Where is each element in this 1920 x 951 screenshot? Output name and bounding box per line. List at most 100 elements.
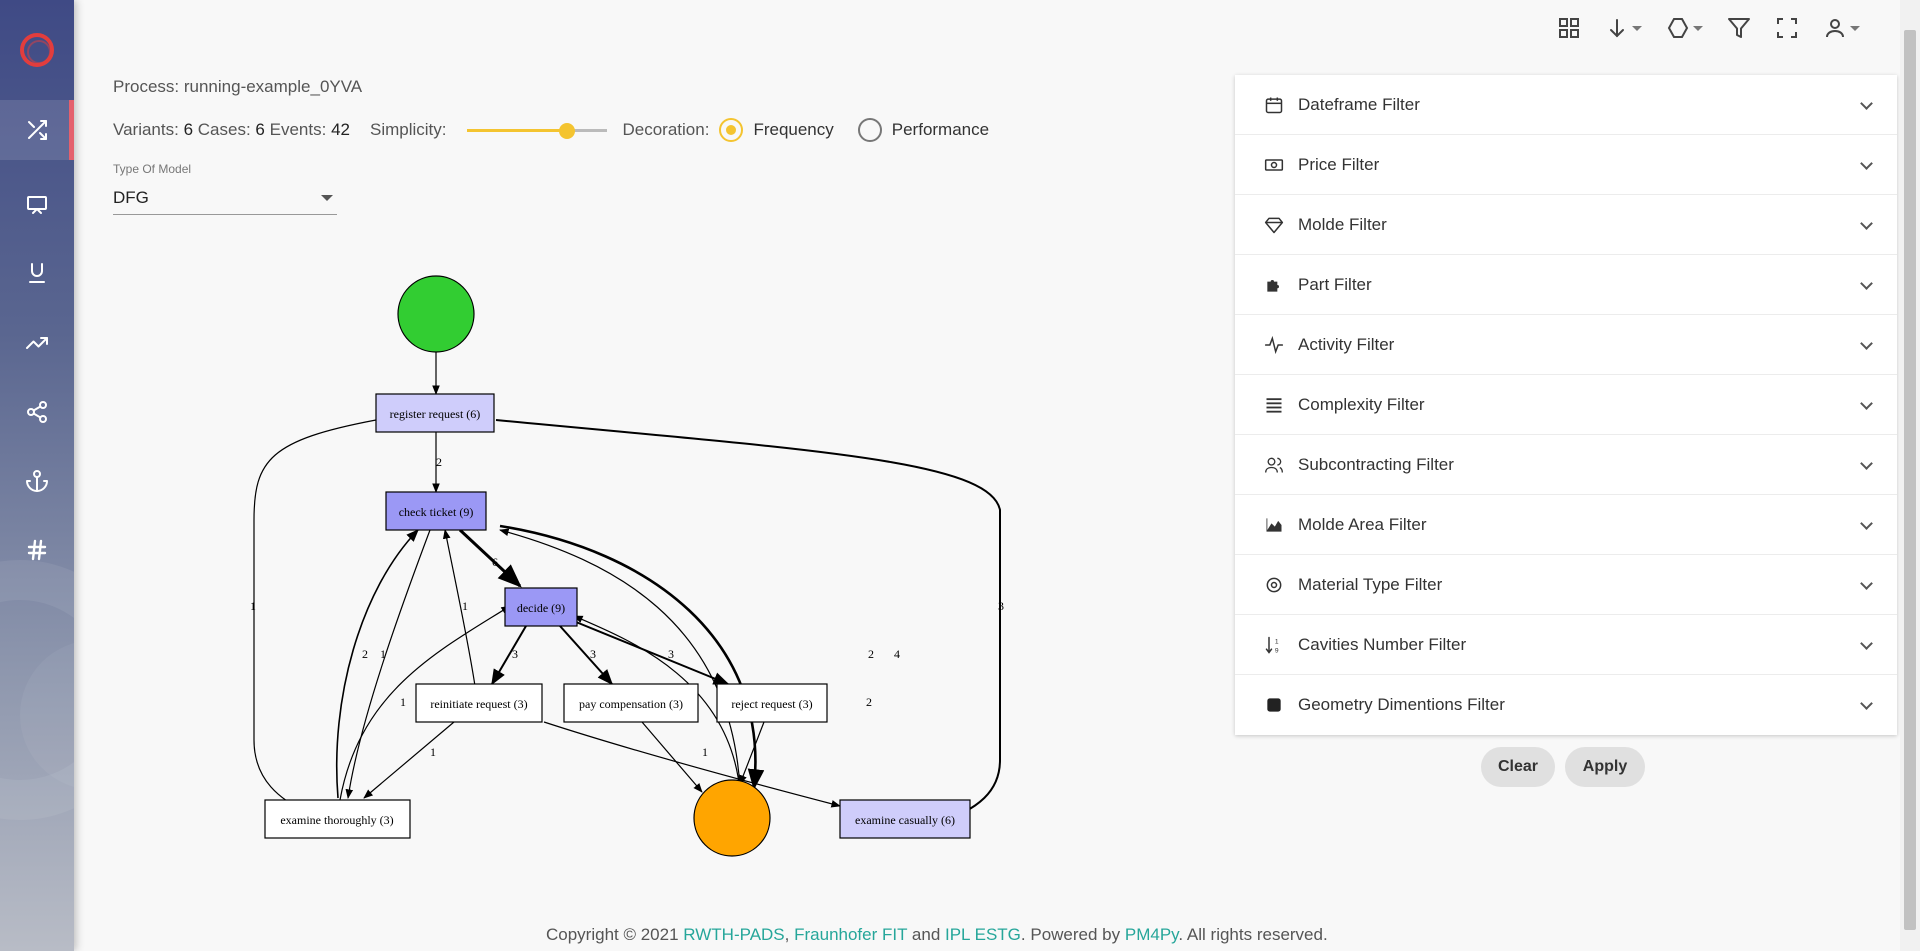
- chevron-down-icon: [1860, 457, 1873, 470]
- people-icon: [1264, 455, 1284, 475]
- footer-link-ipl[interactable]: IPL ESTG: [945, 925, 1021, 944]
- edge-check-decide: [458, 528, 522, 588]
- node-check[interactable]: check ticket (9): [385, 491, 487, 531]
- footer-link-rwth[interactable]: RWTH-PADS: [683, 925, 784, 944]
- node-thoroughly[interactable]: examine thoroughly (3): [264, 799, 411, 839]
- filter-label: Complexity Filter: [1298, 394, 1425, 414]
- user-menu-button[interactable]: [1823, 16, 1860, 40]
- process-graph[interactable]: 2 1 3 6 3 3 3 2 1 1 1 1 1 2 2 4 register…: [210, 260, 1060, 870]
- filter-molde-area[interactable]: Molde Area Filter: [1235, 495, 1897, 555]
- radio-performance-label: Performance: [891, 120, 990, 139]
- clear-button[interactable]: Clear: [1481, 747, 1555, 787]
- filter-geometry-dimentions[interactable]: Geometry Dimentions Filter: [1235, 675, 1897, 735]
- download-button[interactable]: [1605, 16, 1642, 40]
- sidebar-item-share[interactable]: [0, 382, 74, 442]
- filter-dateframe[interactable]: Dateframe Filter: [1235, 75, 1897, 135]
- user-icon: [1826, 19, 1844, 38]
- page-scrollbar[interactable]: [1900, 0, 1920, 951]
- node-paycomp[interactable]: pay compensation (3): [563, 683, 699, 723]
- filter-molde[interactable]: Molde Filter: [1235, 195, 1897, 255]
- footer-link-fraunhofer[interactable]: Fraunhofer FIT: [794, 925, 907, 944]
- cases-label: Cases:: [197, 120, 251, 139]
- filter-activity[interactable]: Activity Filter: [1235, 315, 1897, 375]
- edge-label: 1: [702, 745, 708, 759]
- edge-decide-pay: [559, 625, 614, 686]
- variants-value: 6: [183, 120, 194, 139]
- sidebar-item-hash[interactable]: [0, 520, 74, 580]
- node-reject[interactable]: reject request (3): [716, 683, 828, 723]
- model-type-label: Type Of Model: [113, 162, 192, 176]
- filter-part[interactable]: Part Filter: [1235, 255, 1897, 315]
- sidebar-item-underline[interactable]: [0, 243, 74, 303]
- money-icon: [1264, 155, 1284, 175]
- node-label: check ticket (9): [399, 505, 474, 519]
- node-casually[interactable]: examine casually (6): [839, 799, 971, 839]
- edge-label: 2: [866, 695, 872, 709]
- simplicity-slider[interactable]: [466, 120, 607, 140]
- filter-material-type[interactable]: Material Type Filter: [1235, 555, 1897, 615]
- shape-button[interactable]: [1666, 16, 1703, 40]
- node-register[interactable]: register request (6): [375, 393, 495, 433]
- filter-button[interactable]: [1727, 16, 1751, 40]
- edge-pay-end: [641, 721, 703, 793]
- edge-label: 1: [430, 745, 436, 759]
- filter-label: Molde Filter: [1298, 214, 1387, 234]
- radio-frequency[interactable]: Frequency: [719, 118, 834, 142]
- svg-text:9: 9: [1275, 647, 1279, 654]
- top-toolbar: [1557, 10, 1860, 46]
- filter-price[interactable]: Price Filter: [1235, 135, 1897, 195]
- node-label: reject request (3): [731, 697, 812, 711]
- hexagon-icon: [1667, 18, 1689, 38]
- share-icon: [27, 401, 47, 423]
- node-label: register request (6): [390, 407, 481, 421]
- filter-label: Molde Area Filter: [1298, 514, 1427, 534]
- footer: Copyright © 2021 RWTH-PADS, Fraunhofer F…: [546, 925, 1328, 945]
- start-node[interactable]: [397, 275, 475, 353]
- filter-complexity[interactable]: Complexity Filter: [1235, 375, 1897, 435]
- footer-prefix: Copyright © 2021: [546, 925, 684, 944]
- filter-cavities-number[interactable]: 19 Cavities Number Filter: [1235, 615, 1897, 675]
- chevron-down-icon: [1860, 577, 1873, 590]
- radio-performance[interactable]: Performance: [857, 118, 990, 142]
- puzzle-icon: [1264, 275, 1284, 295]
- edge-reject-end: [739, 721, 765, 785]
- edge-label: 1: [380, 647, 386, 661]
- scrollbar-thumb[interactable]: [1904, 30, 1916, 930]
- apply-button[interactable]: Apply: [1565, 747, 1645, 787]
- node-label: pay compensation (3): [579, 697, 683, 711]
- fullscreen-button[interactable]: [1775, 16, 1799, 40]
- node-decide[interactable]: decide (9): [504, 587, 578, 627]
- chevron-down-icon: [1860, 97, 1873, 110]
- filter-subcontracting[interactable]: Subcontracting Filter: [1235, 435, 1897, 495]
- model-type-value: DFG: [113, 188, 149, 207]
- filter-label: Activity Filter: [1298, 334, 1395, 354]
- sidebar-item-process-discovery[interactable]: [0, 100, 74, 160]
- footer-link-pm4py[interactable]: PM4Py: [1125, 925, 1179, 944]
- edge-label: 3: [590, 647, 596, 661]
- chevron-down-icon: [1860, 337, 1873, 350]
- edge-label: 3: [998, 599, 1004, 613]
- edge-check-thorough: [345, 529, 431, 799]
- edge-label: 1: [250, 599, 256, 613]
- node-reinitiate[interactable]: reinitiate request (3): [415, 683, 543, 723]
- footer-sep: ,: [784, 925, 795, 944]
- chevron-down-icon: [1860, 697, 1873, 710]
- node-label: examine thoroughly (3): [280, 813, 393, 827]
- variants-label: Variants:: [113, 120, 179, 139]
- node-label: examine casually (6): [855, 813, 955, 827]
- logo-ring-icon[interactable]: [20, 33, 54, 67]
- end-node[interactable]: [693, 779, 771, 857]
- slider-thumb[interactable]: [559, 123, 576, 139]
- sidebar-item-trends[interactable]: [0, 313, 74, 373]
- svg-text:1: 1: [1275, 638, 1279, 645]
- slider-fill: [466, 129, 568, 132]
- edge-label: 2: [436, 455, 442, 469]
- sidebar-item-anchor[interactable]: [0, 451, 74, 511]
- chevron-down-icon: [1632, 25, 1642, 31]
- model-type-select[interactable]: DFG: [113, 182, 337, 215]
- sidebar: [0, 0, 74, 951]
- sidebar-item-monitor[interactable]: [0, 175, 74, 235]
- edge-thorough-check: [335, 529, 419, 799]
- shuffle-icon: [28, 120, 47, 140]
- apps-button[interactable]: [1557, 16, 1581, 40]
